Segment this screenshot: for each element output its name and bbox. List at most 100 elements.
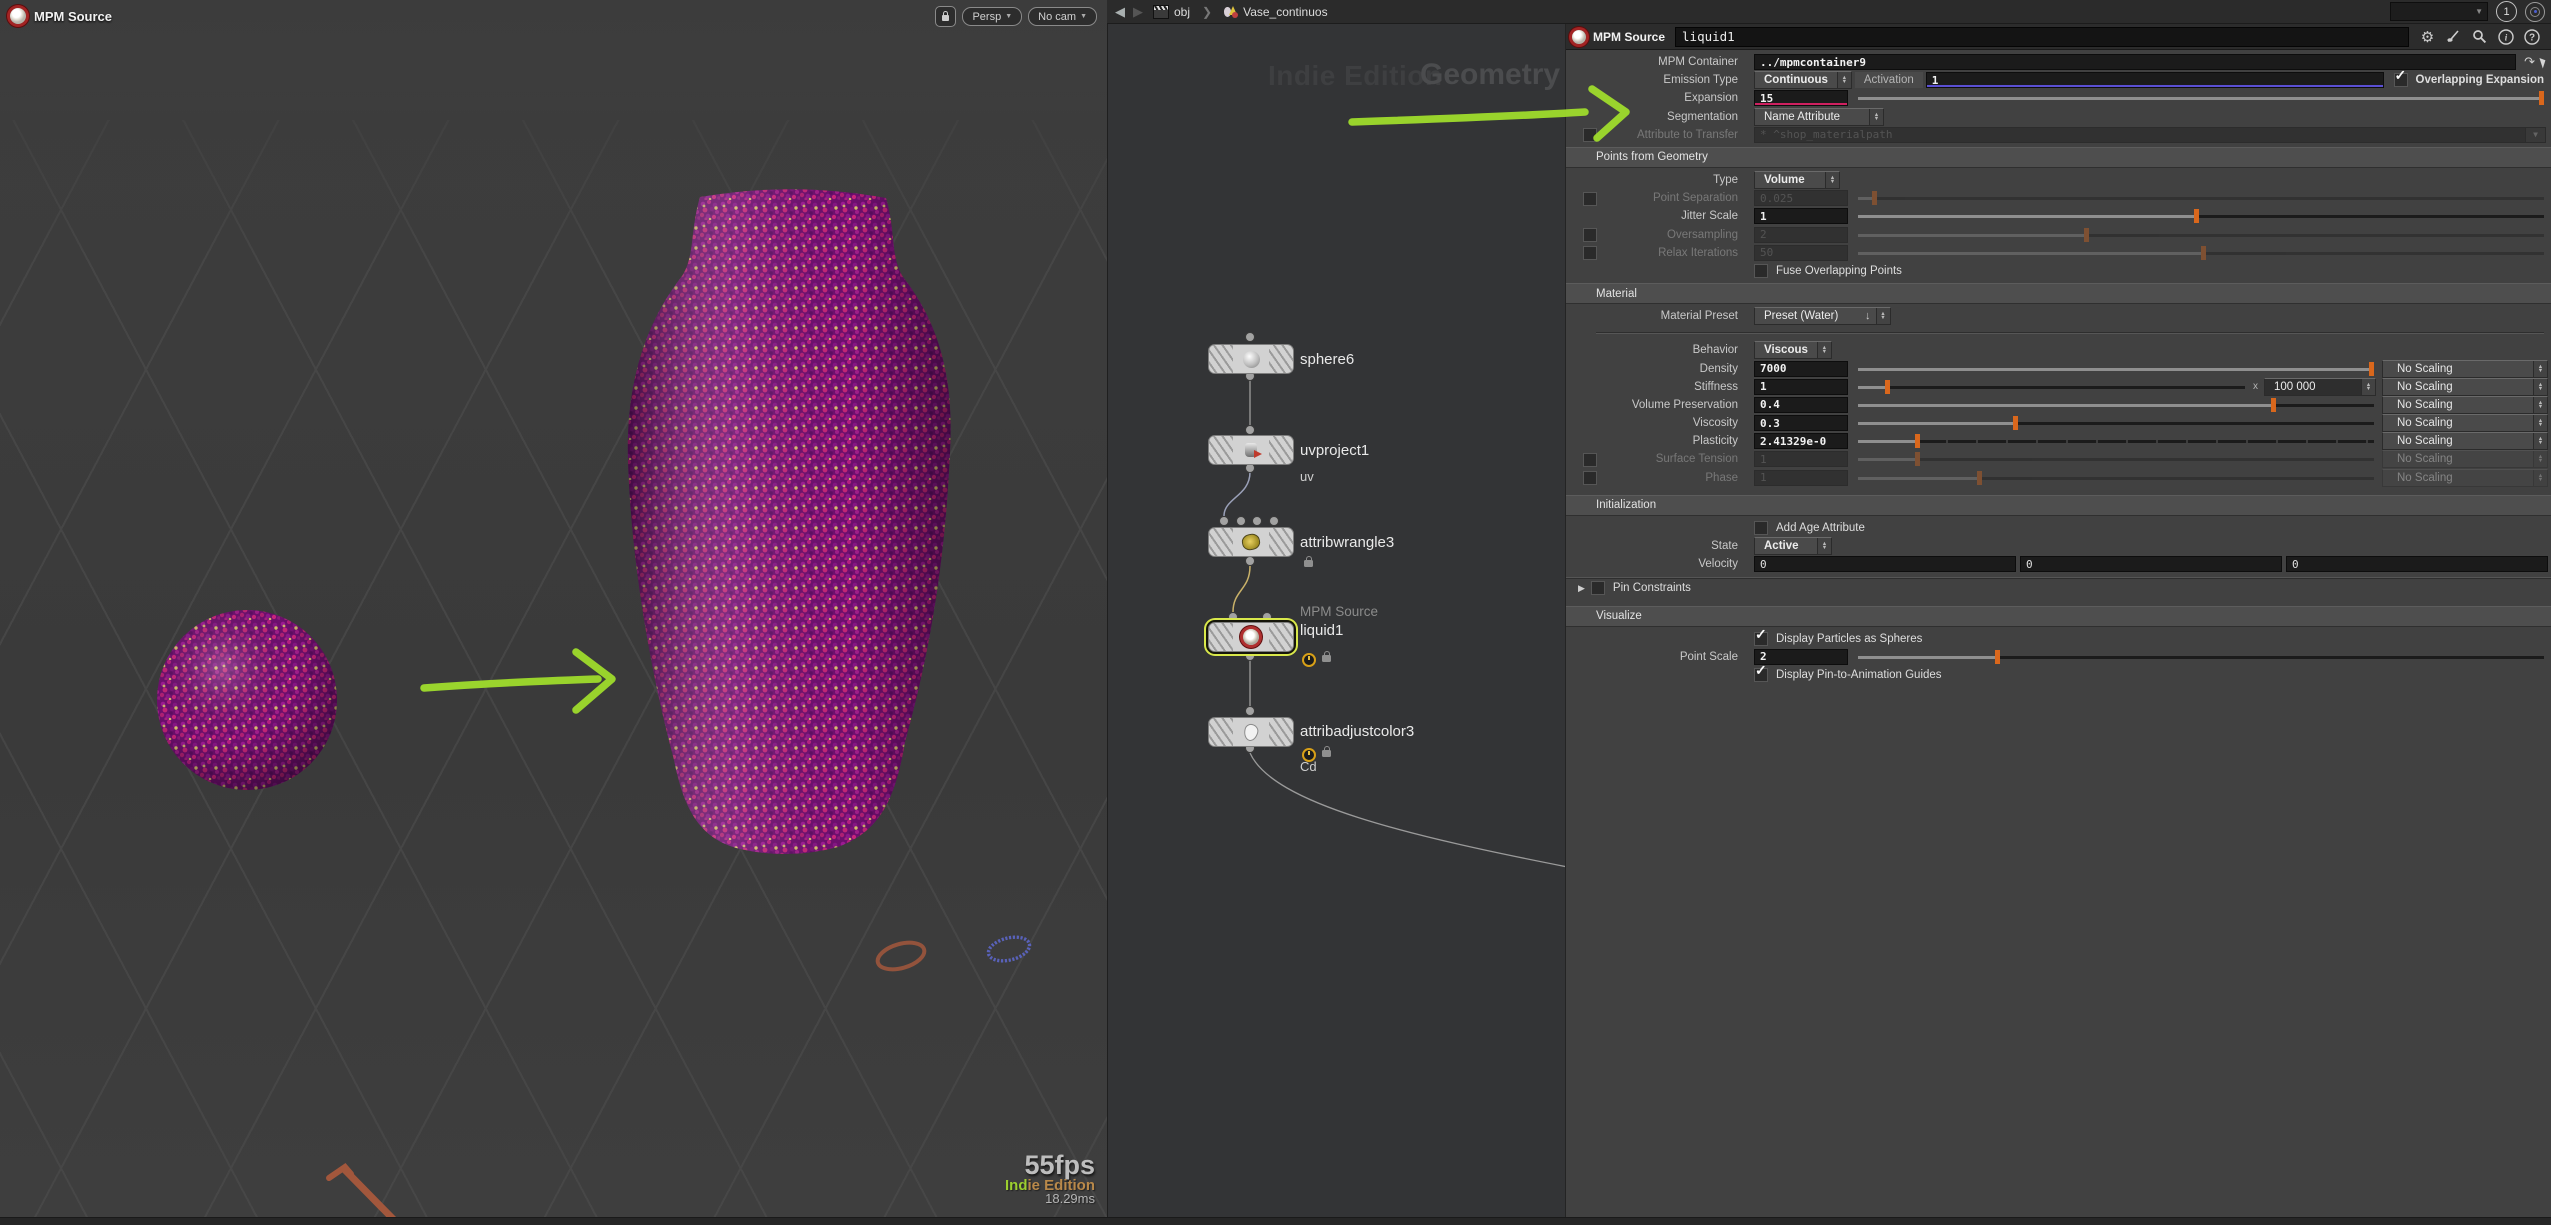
volume-preservation-slider[interactable] — [1858, 397, 2374, 413]
type-dropdown[interactable]: Volume ▲▼ — [1754, 171, 1840, 189]
spinner-icon[interactable]: ▲▼ — [1876, 308, 1890, 324]
expansion-slider[interactable] — [1858, 90, 2544, 106]
stiffness-multiplier-field[interactable]: 100 000 ▲▼ — [2264, 378, 2376, 396]
viewport-3d[interactable]: MPM Source Persp ▼ No cam ▼ 55fps Indie … — [0, 0, 1107, 1218]
jitter-scale-slider[interactable] — [1858, 208, 2544, 224]
relax-iterations-field[interactable]: 50 — [1754, 245, 1848, 261]
spinner-icon[interactable]: ▲▼ — [2533, 397, 2547, 413]
surface-tension-field[interactable]: 1 — [1754, 451, 1848, 467]
node-liquid1-selected[interactable] — [1208, 622, 1294, 652]
velocity-z-field[interactable]: 0 — [2286, 556, 2548, 572]
activation-field[interactable]: 1 — [1926, 72, 2384, 88]
disclosure-triangle-icon[interactable]: ▶ — [1578, 583, 1585, 594]
persp-view-menu[interactable]: Persp ▼ — [962, 7, 1022, 26]
surface-tension-scaling-dropdown[interactable]: No Scaling ▲▼ — [2382, 450, 2548, 468]
viscosity-slider[interactable] — [1858, 415, 2374, 431]
relax-iterations-slider[interactable] — [1858, 245, 2544, 261]
phase-slider[interactable] — [1858, 470, 2374, 486]
help-icon[interactable]: ? — [2523, 28, 2540, 45]
point-scale-slider[interactable] — [1858, 649, 2544, 665]
volume-preservation-field[interactable]: 0.4 — [1754, 397, 1848, 413]
check-icon: ✓ — [1755, 626, 1767, 643]
node-attribwrangle3[interactable] — [1208, 527, 1294, 557]
density-scaling-dropdown[interactable]: No Scaling ▲▼ — [2382, 360, 2548, 378]
velocity-y-field[interactable]: 0 — [2020, 556, 2282, 572]
jump-to-operator-icon[interactable]: ↷ — [2524, 54, 2535, 70]
velocity-x-field[interactable]: 0 — [1754, 556, 2016, 572]
overlapping-expansion-checkbox[interactable]: ✓ — [2394, 73, 2408, 87]
breadcrumb-obj[interactable]: obj — [1143, 0, 1200, 23]
density-field[interactable]: 7000 — [1754, 361, 1848, 377]
material-preset-dropdown[interactable]: Preset (Water) ↓ ▲▼ — [1754, 307, 1891, 325]
radial-menu-icon[interactable] — [2525, 2, 2545, 22]
behavior-dropdown[interactable]: Viscous ▲▼ — [1754, 341, 1832, 359]
gear-icon[interactable]: ⚙ — [2419, 28, 2436, 45]
spinner-icon[interactable]: ▲▼ — [1837, 72, 1851, 88]
frame-badge[interactable]: 1 — [2496, 1, 2517, 22]
spinner-icon[interactable]: ▲▼ — [1817, 342, 1831, 358]
breadcrumb-current[interactable]: Vase_continuos — [1214, 0, 1338, 23]
node-sphere6[interactable] — [1208, 344, 1294, 374]
param-velocity: Velocity 0 0 0 — [1566, 555, 2551, 573]
volume-preservation-scaling-dropdown[interactable]: No Scaling ▲▼ — [2382, 396, 2548, 414]
attribute-transfer-field[interactable]: * ^shop_materialpath ▼ — [1754, 127, 2546, 143]
stiffness-field[interactable]: 1 — [1754, 379, 1848, 395]
pin-constraints-checkbox[interactable] — [1591, 581, 1605, 595]
nav-back-icon[interactable]: ◀ — [1115, 5, 1125, 18]
spinner-icon[interactable]: ▲▼ — [2533, 379, 2547, 395]
section-initialization[interactable]: Initialization — [1566, 495, 2551, 516]
jitter-scale-field[interactable]: 1 — [1754, 208, 1848, 224]
display-guides-checkbox[interactable]: ✓ — [1754, 668, 1768, 682]
oversampling-field[interactable]: 2 — [1754, 227, 1848, 243]
add-age-checkbox[interactable] — [1754, 521, 1768, 535]
stiffness-scaling-dropdown[interactable]: No Scaling ▲▼ — [2382, 378, 2548, 396]
emission-type-dropdown[interactable]: Continuous ▲▼ — [1754, 71, 1852, 89]
spinner-icon[interactable]: ▲▼ — [2533, 415, 2547, 431]
spinner-icon[interactable]: ▲▼ — [2533, 433, 2547, 449]
fuse-overlapping-checkbox[interactable] — [1754, 264, 1768, 278]
state-dropdown[interactable]: Active ▲▼ — [1754, 537, 1832, 555]
point-separation-field[interactable]: 0.025 — [1754, 190, 1848, 206]
camera-lock-button[interactable] — [935, 6, 956, 27]
segmentation-dropdown[interactable]: Name Attribute ▲▼ — [1754, 108, 1884, 126]
breadcrumb-separator: ❯ — [1202, 5, 1212, 19]
spinner-icon[interactable]: ▲▼ — [2533, 361, 2547, 377]
viscosity-field[interactable]: 0.3 — [1754, 415, 1848, 431]
point-scale-field[interactable]: 2 — [1754, 649, 1848, 665]
plasticity-scaling-dropdown[interactable]: No Scaling ▲▼ — [2382, 432, 2548, 450]
section-visualize[interactable]: Visualize — [1566, 606, 2551, 627]
edit-interface-icon[interactable] — [2445, 28, 2462, 45]
section-material[interactable]: Material — [1566, 283, 2551, 304]
plasticity-field[interactable]: 2.41329e-0 — [1754, 433, 1848, 449]
network-editor[interactable]: Indie Edition Geometry sphere6 uvproject… — [1107, 24, 1566, 1218]
phase-field[interactable]: 1 — [1754, 470, 1848, 486]
topbar-dropdown[interactable]: ▼ — [2390, 2, 2488, 21]
menu-arrow-icon[interactable]: ▼ — [2525, 128, 2545, 142]
viscosity-scaling-dropdown[interactable]: No Scaling ▲▼ — [2382, 414, 2548, 432]
plasticity-slider[interactable] — [1858, 433, 2374, 449]
camera-label: No cam — [1038, 11, 1076, 23]
spinner-icon[interactable]: ▲▼ — [2533, 451, 2547, 467]
spinner-icon[interactable]: ▲▼ — [1825, 172, 1839, 188]
node-attribadjustcolor3[interactable] — [1208, 717, 1294, 747]
spinner-icon[interactable]: ▲▼ — [1869, 109, 1883, 125]
node-name-field[interactable]: liquid1 — [1675, 27, 2409, 47]
density-slider[interactable] — [1858, 361, 2374, 377]
point-separation-slider[interactable] — [1858, 190, 2544, 206]
phase-scaling-dropdown[interactable]: No Scaling ▲▼ — [2382, 469, 2548, 487]
stiffness-slider[interactable] — [1858, 379, 2245, 395]
display-particles-checkbox[interactable]: ✓ — [1754, 632, 1768, 646]
spinner-icon[interactable]: ▲▼ — [1817, 538, 1831, 554]
surface-tension-slider[interactable] — [1858, 451, 2374, 467]
nav-forward-icon[interactable]: ▶ — [1133, 5, 1143, 18]
section-points-from-geometry[interactable]: Points from Geometry — [1566, 147, 2551, 168]
info-icon[interactable]: i — [2497, 28, 2514, 45]
camera-menu[interactable]: No cam ▼ — [1028, 7, 1097, 26]
spinner-icon[interactable]: ▲▼ — [2361, 379, 2375, 395]
expansion-field[interactable]: 15 — [1754, 90, 1848, 106]
node-uvproject1[interactable] — [1208, 435, 1294, 465]
select-operator-icon[interactable] — [2539, 56, 2547, 68]
oversampling-slider[interactable] — [1858, 227, 2544, 243]
spinner-icon[interactable]: ▲▼ — [2533, 470, 2547, 486]
search-icon[interactable] — [2471, 28, 2488, 45]
